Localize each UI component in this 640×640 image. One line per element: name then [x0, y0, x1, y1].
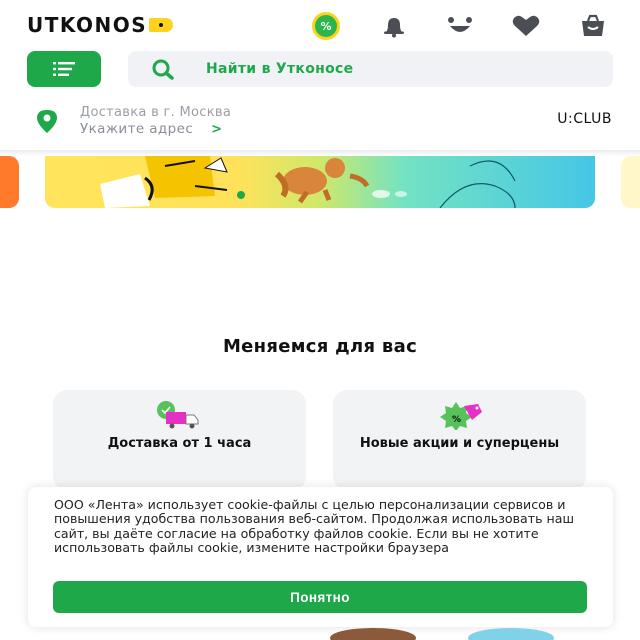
delivery-address-row: Укажите адрес > — [80, 121, 231, 138]
delivery-texts: Доставка в г. Москва Укажите адрес > — [80, 104, 231, 138]
delivery-city-label: Доставка в г. Москва — [80, 105, 232, 120]
cookie-consent-text: ООО «Лента» использует cookie-файлы с це… — [54, 497, 574, 556]
bell-icon — [384, 18, 404, 38]
svg-text:%: % — [452, 415, 461, 425]
feature-card-text: Доставка от 1 часа — [107, 436, 252, 451]
menu-list-icon — [53, 62, 75, 76]
address-prompt: Укажите адрес — [80, 121, 194, 137]
notifications-button[interactable] — [379, 12, 409, 40]
search-icon — [150, 57, 180, 81]
banner-prev-slide[interactable] — [0, 156, 19, 208]
banner-artwork — [100, 156, 516, 208]
cookie-accept-button[interactable]: Понятно — [53, 581, 587, 613]
banner-next-slide[interactable] — [621, 156, 640, 208]
product-thumbnail[interactable] — [468, 628, 554, 640]
search-input[interactable]: Найти в Утконосе — [128, 51, 613, 87]
cookie-consent-dialog: ООО «Лента» использует cookie-файлы с це… — [28, 487, 613, 627]
favorites-button[interactable] — [511, 12, 541, 40]
price-tag-icon: % — [333, 400, 586, 430]
promo-banner[interactable] — [45, 156, 595, 208]
product-thumbnail[interactable] — [330, 628, 416, 640]
chevron-right-icon: > — [211, 122, 223, 137]
uclub-link[interactable]: U:CLUB — [557, 111, 612, 127]
smile-icon — [448, 17, 472, 32]
heart-icon — [512, 15, 540, 36]
top-icons: % — [0, 12, 640, 40]
feature-card-text: Новые акции и суперцены — [359, 436, 560, 451]
cart-button[interactable] — [578, 12, 608, 40]
search-placeholder: Найти в Утконосе — [206, 61, 354, 77]
promo-button[interactable]: % — [311, 12, 341, 40]
catalog-menu-button[interactable] — [27, 51, 101, 87]
percent-badge-icon: % — [312, 12, 340, 40]
section-title: Меняемся для вас — [222, 336, 418, 357]
delivery-address-selector[interactable]: Доставка в г. Москва Укажите адрес > — [32, 104, 231, 138]
profile-button[interactable] — [445, 12, 475, 40]
location-pin-icon — [32, 106, 62, 136]
feature-card-delivery[interactable]: Доставка от 1 часа — [53, 390, 306, 490]
delivery-truck-icon — [53, 400, 306, 430]
feature-card-promotions[interactable]: % Новые акции и суперцены — [333, 390, 586, 490]
top-bar: UTKONOS % — [0, 0, 640, 50]
bag-icon — [582, 14, 604, 36]
